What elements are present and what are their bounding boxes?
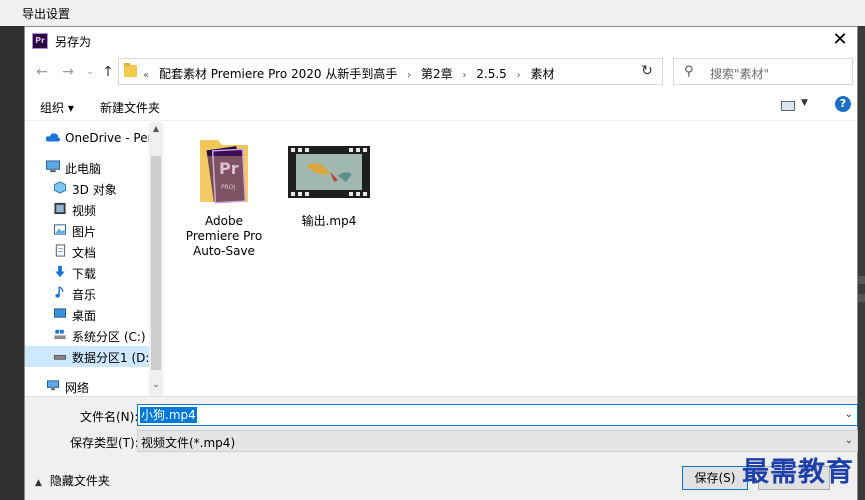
search-box[interactable]: ⚲ 搜索"素材" <box>673 58 853 85</box>
breadcrumb: « 配套素材 Premiere Pro 2020 从新手到高手 › 第2章 › … <box>143 65 561 82</box>
dialog-title: 另存为 <box>55 35 92 49</box>
drive-d-icon <box>53 355 67 360</box>
video-thumbnail-icon <box>288 146 370 198</box>
desktop-icon <box>53 308 67 318</box>
save-form: 文件名(N): 小狗.mp4 ⌄ 保存类型(T): 视频文件(*.mp4) ⌄ … <box>25 396 858 500</box>
filetype-value: 视频文件(*.mp4) <box>141 436 236 450</box>
premiere-folder-icon: Pr PROJ <box>200 140 248 204</box>
scroll-up-icon[interactable]: ▲ <box>149 122 163 136</box>
dialog-titlebar: Pr 另存为 ✕ <box>25 27 857 55</box>
background-right-panel <box>858 26 865 500</box>
premiere-app-icon: Pr <box>32 33 48 49</box>
nav-item-label: 系统分区 (C:) <box>72 330 146 344</box>
nav-item-label: 音乐 <box>72 288 97 302</box>
download-icon <box>55 265 65 278</box>
file-item[interactable]: 输出.mp4 <box>279 136 379 229</box>
back-arrow-icon[interactable]: ← <box>33 63 51 81</box>
cloud-icon <box>45 133 61 142</box>
computer-icon <box>46 160 60 173</box>
up-arrow-icon[interactable]: ↑ <box>99 63 117 81</box>
filename-label: 文件名(N): <box>80 410 139 424</box>
nav-item-3d-objects[interactable]: 3D 对象 <box>25 178 149 199</box>
video-icon <box>54 202 66 215</box>
nav-scrollbar[interactable]: ▲ ⌄ <box>149 122 163 396</box>
nav-item-onedrive[interactable]: OneDrive - Perso <box>25 128 149 149</box>
background-marker <box>858 294 865 302</box>
breadcrumb-item[interactable]: 2.5.5 <box>476 67 507 81</box>
nav-item-videos[interactable]: 视频 <box>25 199 149 220</box>
filename-input[interactable]: 小狗.mp4 ⌄ <box>137 404 858 426</box>
nav-item-label: OneDrive - Perso <box>65 131 149 145</box>
nav-item-documents[interactable]: 文档 <box>25 241 149 262</box>
nav-item-label: 3D 对象 <box>72 183 117 197</box>
organize-menu-button[interactable]: 组织 ▾ <box>40 99 74 116</box>
scroll-down-icon[interactable]: ⌄ <box>149 378 163 392</box>
toolbar: 组织 ▾ 新建文件夹 ▼ ? <box>25 91 857 121</box>
view-dropdown-icon[interactable]: ▼ <box>801 98 808 108</box>
save-button[interactable]: 保存(S) <box>682 466 748 490</box>
nav-item-pictures[interactable]: 图片 <box>25 220 149 241</box>
nav-item-music[interactable]: 音乐 <box>25 283 149 304</box>
hide-folders-toggle[interactable]: ▲ 隐藏文件夹 <box>35 472 110 489</box>
search-icon: ⚲ <box>684 64 694 79</box>
document-icon <box>55 244 66 257</box>
nav-item-label: 视频 <box>72 204 97 218</box>
network-icon <box>46 380 60 391</box>
scrollbar-thumb[interactable] <box>151 156 161 370</box>
folder-icon <box>124 63 137 77</box>
nav-item-drive-c[interactable]: 系统分区 (C:) <box>25 325 149 346</box>
close-icon[interactable]: ✕ <box>827 29 853 53</box>
file-name: 输出.mp4 <box>301 214 357 228</box>
chevron-down-icon[interactable]: ⌄ <box>845 435 853 446</box>
hide-folders-label: 隐藏文件夹 <box>49 474 110 488</box>
chevron-down-icon[interactable]: ⌄ <box>845 409 853 420</box>
nav-item-network[interactable]: 网络 <box>25 376 149 397</box>
nav-item-downloads[interactable]: 下载 <box>25 262 149 283</box>
background-titlebar: 导出设置 <box>0 0 865 26</box>
cube-icon <box>53 181 67 194</box>
file-list: Pr PROJ Adobe Premiere Pro Auto-Save 输出.… <box>163 122 857 396</box>
refresh-icon[interactable]: ↻ <box>632 58 663 85</box>
nav-item-desktop[interactable]: 桌面 <box>25 304 149 325</box>
nav-item-drive-d[interactable]: 数据分区1 (D:) <box>25 346 149 367</box>
filetype-label: 保存类型(T): <box>70 436 139 450</box>
view-mode-icon[interactable] <box>781 101 795 111</box>
chevron-up-icon: ▲ <box>35 478 42 488</box>
filetype-select[interactable]: 视频文件(*.mp4) ⌄ <box>137 430 858 452</box>
nav-item-label: 图片 <box>72 225 97 239</box>
breadcrumb-separator[interactable]: › <box>462 70 466 81</box>
file-item[interactable]: Pr PROJ Adobe Premiere Pro Auto-Save <box>181 136 267 259</box>
nav-item-label: 网络 <box>65 381 90 395</box>
nav-item-label: 此电脑 <box>65 162 102 176</box>
navigation-pane: OneDrive - Perso 此电脑 3D 对象 视频 图片 文档 下载 <box>25 122 163 396</box>
music-icon <box>55 286 64 298</box>
help-icon[interactable]: ? <box>835 96 851 112</box>
background-marker <box>858 276 865 284</box>
breadcrumb-separator[interactable]: › <box>517 70 521 81</box>
breadcrumb-item[interactable]: 素材 <box>530 67 554 81</box>
breadcrumb-item[interactable]: 第2章 <box>421 67 453 81</box>
background-left-panel <box>0 26 24 500</box>
nav-item-label: 下载 <box>72 267 97 281</box>
background-window-title: 导出设置 <box>22 7 71 21</box>
forward-arrow-icon[interactable]: → <box>59 63 77 81</box>
nav-item-label: 文档 <box>72 246 97 260</box>
new-folder-button[interactable]: 新建文件夹 <box>100 99 160 116</box>
nav-item-this-pc[interactable]: 此电脑 <box>25 157 149 178</box>
save-as-dialog: Pr 另存为 ✕ ← → ⌄ ↑ « 配套素材 Premiere Pro 202… <box>24 26 858 500</box>
watermark-logo: 最需教育 <box>742 457 854 488</box>
picture-icon <box>53 224 67 235</box>
breadcrumb-separator[interactable]: › <box>407 70 411 81</box>
nav-item-label: 桌面 <box>72 309 97 323</box>
breadcrumb-item[interactable]: 配套素材 Premiere Pro 2020 从新手到高手 <box>159 67 397 81</box>
overflow-chevron[interactable]: « <box>143 70 149 81</box>
nav-item-label: 数据分区1 (D:) <box>72 351 149 365</box>
drive-c-icon <box>54 329 66 340</box>
address-bar[interactable]: « 配套素材 Premiere Pro 2020 从新手到高手 › 第2章 › … <box>118 58 663 85</box>
filename-value[interactable]: 小狗.mp4 <box>140 407 197 423</box>
search-placeholder: 搜索"素材" <box>710 67 770 81</box>
recent-dropdown-icon[interactable]: ⌄ <box>81 63 99 81</box>
file-name: Adobe Premiere Pro Auto-Save <box>185 214 263 258</box>
